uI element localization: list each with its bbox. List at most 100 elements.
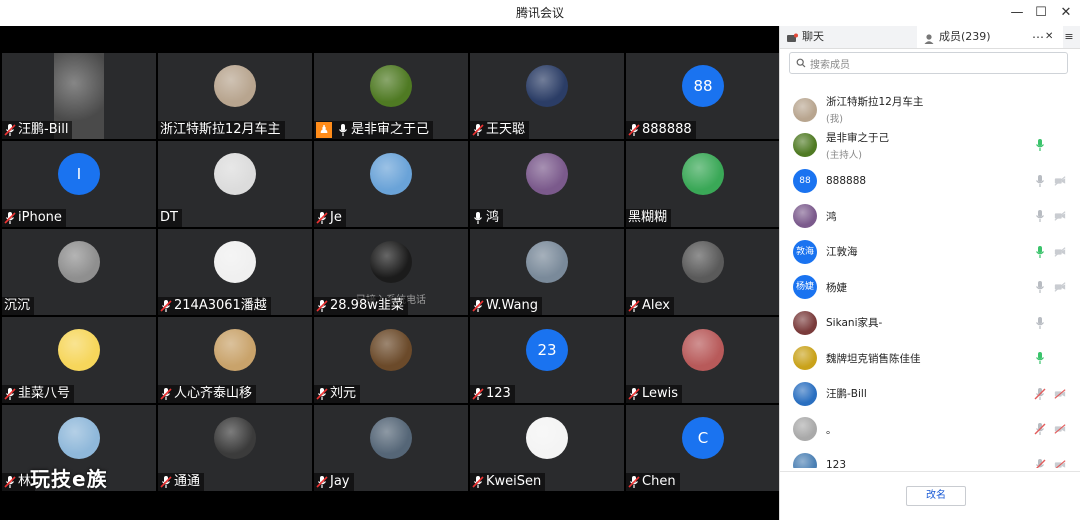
- member-row[interactable]: 杨婕 杨婕: [780, 270, 1080, 306]
- video-tile[interactable]: 已接入系统电话28.98w韭菜: [314, 229, 468, 315]
- avatar: [526, 241, 568, 283]
- video-tile[interactable]: Alex: [626, 229, 780, 315]
- camera-muted-icon[interactable]: [1054, 458, 1068, 468]
- microphone-muted-icon[interactable]: [1034, 422, 1046, 436]
- video-tile[interactable]: Je: [314, 141, 468, 227]
- participant-caption: 214A3061潘越: [158, 297, 271, 315]
- video-tile[interactable]: Lewis: [626, 317, 780, 403]
- avatar: [370, 329, 412, 371]
- title-bar: 腾讯会议 — ☐ ✕: [0, 0, 1080, 27]
- camera-off-icon[interactable]: [1054, 174, 1068, 188]
- tab-members-label: 成员(239): [939, 30, 991, 43]
- member-name-block: 魏牌坦克销售陈佳佳: [826, 351, 921, 366]
- tab-chat-label: 聊天: [802, 30, 824, 43]
- microphone-muted-icon: [160, 299, 172, 313]
- member-avatar: [793, 310, 817, 335]
- video-tile[interactable]: 刘元: [314, 317, 468, 403]
- camera-off-icon[interactable]: [1054, 280, 1068, 294]
- video-tile[interactable]: C Chen: [626, 405, 780, 491]
- member-name-block: 江敦海: [826, 244, 858, 259]
- microphone-muted-icon[interactable]: [1034, 458, 1046, 468]
- member-name-block: 汪鹏-Bill: [826, 386, 867, 401]
- participant-name: 汪鹏-Bill: [18, 122, 69, 137]
- video-tile[interactable]: Jay: [314, 405, 468, 491]
- member-role: (我): [826, 114, 843, 126]
- more-button[interactable]: ⋯: [1032, 26, 1044, 48]
- close-button[interactable]: ✕: [1051, 0, 1080, 26]
- participant-name: 214A3061潘越: [174, 298, 267, 313]
- microphone-muted-icon: [316, 299, 328, 313]
- microphone-muted-icon: [628, 299, 640, 313]
- video-tile[interactable]: 王天聪: [470, 53, 624, 139]
- video-tile[interactable]: 浙江特斯拉12月车主: [158, 53, 312, 139]
- video-tile[interactable]: 鸿: [470, 141, 624, 227]
- tab-chat[interactable]: 聊天: [784, 26, 920, 48]
- avatar: [682, 153, 724, 195]
- microphone-icon[interactable]: [1034, 245, 1046, 259]
- member-row[interactable]: 123: [780, 447, 1080, 468]
- camera-off-icon[interactable]: [1054, 209, 1068, 223]
- video-tile[interactable]: ♟ 是非审之于己: [314, 53, 468, 139]
- participant-caption: 浙江特斯拉12月车主: [158, 121, 285, 139]
- camera-muted-icon[interactable]: [1054, 387, 1068, 401]
- member-row[interactable]: 汪鹏-Bill: [780, 376, 1080, 412]
- member-row[interactable]: 是非审之于己 (主持人): [780, 128, 1080, 164]
- microphone-off-icon[interactable]: [1034, 280, 1046, 294]
- member-row[interactable]: 魏牌坦克销售陈佳佳: [780, 341, 1080, 377]
- video-tile[interactable]: 214A3061潘越: [158, 229, 312, 315]
- member-name-block: 123: [826, 459, 846, 468]
- member-row[interactable]: 浙江特斯拉12月车主 (我): [780, 92, 1080, 128]
- member-row[interactable]: 。: [780, 412, 1080, 448]
- participant-caption: 通通: [158, 473, 205, 491]
- watermark: 玩技e族: [30, 467, 108, 491]
- member-row[interactable]: 敦海 江敦海: [780, 234, 1080, 270]
- member-name-block: 888888: [826, 175, 866, 187]
- tab-members[interactable]: 成员(239) ⋯ ✕: [917, 26, 1063, 48]
- avatar: [526, 417, 568, 459]
- video-tile[interactable]: 黑糊糊: [626, 141, 780, 227]
- microphone-muted-icon[interactable]: [1034, 387, 1046, 401]
- search-input[interactable]: 搜索成员: [789, 52, 1068, 74]
- microphone-icon: [337, 123, 349, 137]
- microphone-icon[interactable]: [1034, 138, 1046, 152]
- video-tile[interactable]: 88 888888: [626, 53, 780, 139]
- video-tile[interactable]: 沉沉: [2, 229, 156, 315]
- member-name: 杨婕: [826, 281, 847, 294]
- close-panel-button[interactable]: ✕: [1045, 26, 1053, 48]
- microphone-off-icon[interactable]: [1034, 316, 1046, 330]
- video-tile[interactable]: W.Wang: [470, 229, 624, 315]
- participant-name: KweiSen: [486, 474, 542, 489]
- participant-caption: Alex: [626, 297, 674, 315]
- member-name: 汪鹏-Bill: [826, 388, 867, 401]
- video-tile[interactable]: 23 123: [470, 317, 624, 403]
- participant-name: 888888: [642, 122, 692, 137]
- microphone-muted-icon: [160, 387, 172, 401]
- camera-off-icon[interactable]: [1054, 245, 1068, 259]
- video-tile[interactable]: IiPhone: [2, 141, 156, 227]
- video-tile[interactable]: 韭菜八号: [2, 317, 156, 403]
- microphone-off-icon[interactable]: [1034, 174, 1046, 188]
- microphone-off-icon[interactable]: [1034, 209, 1046, 223]
- video-tile[interactable]: 通通: [158, 405, 312, 491]
- menu-button[interactable]: ≡: [1059, 26, 1079, 48]
- rename-button[interactable]: 改名: [906, 486, 966, 506]
- avatar: [682, 329, 724, 371]
- video-tile[interactable]: KweiSen: [470, 405, 624, 491]
- avatar: [370, 417, 412, 459]
- microphone-muted-icon: [472, 475, 484, 489]
- participant-name: 28.98w韭菜: [330, 298, 404, 313]
- video-tile[interactable]: DT: [158, 141, 312, 227]
- microphone-icon[interactable]: [1034, 351, 1046, 365]
- avatar: [526, 65, 568, 107]
- avatar: [214, 153, 256, 195]
- member-name: 浙江特斯拉12月车主: [826, 96, 924, 109]
- member-row[interactable]: 鸿: [780, 199, 1080, 235]
- video-tile[interactable]: 汪鹏-Bill: [2, 53, 156, 139]
- member-name: 。: [826, 423, 837, 436]
- member-row[interactable]: 88 888888: [780, 163, 1080, 199]
- video-tile[interactable]: 人心齐泰山移: [158, 317, 312, 403]
- avatar: [682, 241, 724, 283]
- member-avatar: [793, 204, 817, 229]
- camera-muted-icon[interactable]: [1054, 422, 1068, 436]
- member-row[interactable]: Sikani家具-: [780, 305, 1080, 341]
